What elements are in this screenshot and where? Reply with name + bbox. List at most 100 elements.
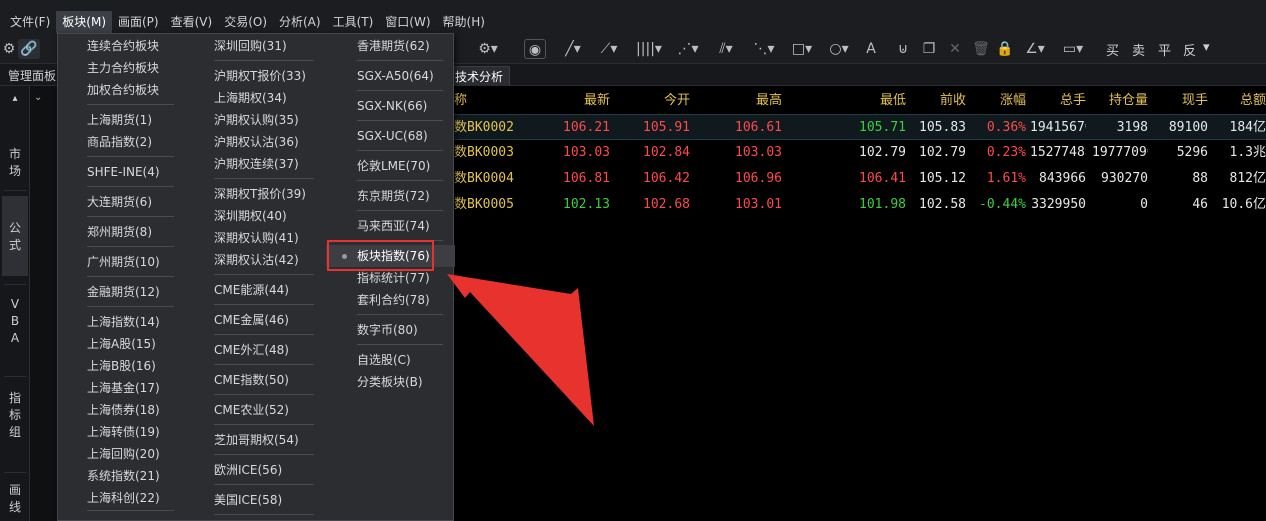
menu-item-col2-4[interactable]: 沪期权认沽(36) bbox=[186, 131, 326, 153]
fibonacci-tool-icon[interactable]: ⋱▾ bbox=[750, 39, 778, 59]
menu-item-col1-10[interactable]: 上海指数(14) bbox=[58, 311, 186, 333]
menu-item-col1-9[interactable]: 金融期货(12) bbox=[58, 281, 186, 303]
menu-item-col2-8[interactable]: 深期权认购(41) bbox=[186, 227, 326, 249]
menu-item-col2-16[interactable]: 欧洲ICE(56) bbox=[186, 459, 326, 481]
menu-item-col3-1[interactable]: SGX-A50(64) bbox=[326, 65, 455, 87]
menu-item-col3-4[interactable]: 伦敦LME(70) bbox=[326, 155, 455, 177]
tab-management-panel[interactable]: 管理面板 bbox=[2, 66, 62, 86]
rectangle-tool-icon[interactable]: □▾ bbox=[788, 39, 816, 59]
menu-item-col2-2[interactable]: 上海期权(34) bbox=[186, 87, 326, 109]
table-row[interactable]: 数BK0002 106.21 105.91 106.61 105.71 105.83 0.3… bbox=[454, 114, 1266, 140]
menu-item-col1-2[interactable]: 加权合约板块 bbox=[58, 79, 186, 101]
header-high[interactable]: 最高 bbox=[720, 88, 782, 114]
menu-item-col1-14[interactable]: 上海债券(18) bbox=[58, 399, 186, 421]
more-chevron-icon[interactable]: ▾ bbox=[1203, 40, 1210, 55]
parallel-lines-icon[interactable]: ||||▾ bbox=[634, 39, 664, 59]
menu-item-col2-14[interactable]: CME农业(52) bbox=[186, 399, 326, 421]
settings-icon[interactable]: ⚙▾ bbox=[476, 39, 500, 59]
menu-sector[interactable]: 板块(M) bbox=[56, 11, 112, 33]
menu-item-col3-12[interactable]: 分类板块(B) bbox=[326, 371, 455, 393]
reverse-position-button[interactable]: 反 bbox=[1183, 40, 1196, 59]
table-row[interactable]: 数BK0003 103.03 102.84 103.03 102.79 102.79 0.2… bbox=[454, 140, 1266, 166]
header-volume[interactable]: 总手 bbox=[1030, 88, 1086, 114]
menu-help[interactable]: 帮助(H) bbox=[437, 11, 491, 33]
menu-item-col3-5[interactable]: 东京期货(72) bbox=[326, 185, 455, 207]
menu-analysis[interactable]: 分析(A) bbox=[273, 11, 327, 33]
header-change-pct[interactable]: 涨幅 bbox=[970, 88, 1026, 114]
menu-item-col3-3[interactable]: SGX-UC(68) bbox=[326, 125, 455, 147]
collapse-chevron-icon[interactable]: ▴ bbox=[2, 92, 28, 106]
menu-file[interactable]: 文件(F) bbox=[4, 11, 56, 33]
header-low[interactable]: 最低 bbox=[844, 88, 906, 114]
menu-item-col2-5[interactable]: 沪期权连续(37) bbox=[186, 153, 326, 175]
expand-chevron-icon[interactable]: ⌄ bbox=[34, 92, 42, 103]
sidebar-item-market[interactable]: 市 场 bbox=[2, 146, 28, 182]
menu-item-col2-0[interactable]: 深圳回购(31) bbox=[186, 35, 326, 57]
menu-item-col3-6[interactable]: 马来西亚(74) bbox=[326, 215, 455, 237]
sidebar-item-indicator-group[interactable]: 指 标 组 bbox=[2, 390, 28, 444]
header-prev-close[interactable]: 前收 bbox=[910, 88, 966, 114]
link-icon[interactable]: 🔗 bbox=[18, 39, 40, 59]
menu-item-col1-6[interactable]: 大连期货(6) bbox=[58, 191, 186, 213]
line-tool-icon[interactable]: ╱▾ bbox=[560, 39, 586, 59]
menu-item-col1-5[interactable]: SHFE-INE(4) bbox=[58, 161, 186, 183]
menu-item-col1-13[interactable]: 上海基金(17) bbox=[58, 377, 186, 399]
menu-item-col2-12[interactable]: CME外汇(48) bbox=[186, 339, 326, 361]
menu-item-col1-12[interactable]: 上海B股(16) bbox=[58, 355, 186, 377]
menu-item-col2-7[interactable]: 深圳期权(40) bbox=[186, 205, 326, 227]
menu-item-col1-4[interactable]: 商品指数(2) bbox=[58, 131, 186, 153]
channel-tool-icon[interactable]: ⫽▾ bbox=[712, 39, 740, 59]
sidebar-item-vba[interactable]: V B A bbox=[2, 296, 28, 350]
header-open-interest[interactable]: 持仓量 bbox=[1092, 88, 1148, 114]
header-current-lots[interactable]: 现手 bbox=[1154, 88, 1208, 114]
menu-item-col1-11[interactable]: 上海A股(15) bbox=[58, 333, 186, 355]
menu-item-col2-6[interactable]: 深期权T报价(39) bbox=[186, 183, 326, 205]
menu-item-col2-13[interactable]: CME指数(50) bbox=[186, 369, 326, 391]
lock-icon[interactable]: 🔒 bbox=[996, 39, 1014, 59]
header-last[interactable]: 最新 bbox=[550, 88, 610, 114]
menu-item-col1-18[interactable]: 上海科创(22) bbox=[58, 487, 186, 509]
menu-item-col3-0[interactable]: 香港期货(62) bbox=[326, 35, 455, 57]
menu-item-col3-2[interactable]: SGX-NK(66) bbox=[326, 95, 455, 117]
menu-item-col2-17[interactable]: 美国ICE(58) bbox=[186, 489, 326, 511]
menu-item-col1-7[interactable]: 郑州期货(8) bbox=[58, 221, 186, 243]
text-tool-icon[interactable]: A bbox=[862, 39, 880, 59]
menu-item-col2-15[interactable]: 芝加哥期权(54) bbox=[186, 429, 326, 451]
menu-item-col1-15[interactable]: 上海转债(19) bbox=[58, 421, 186, 443]
menu-tools[interactable]: 工具(T) bbox=[327, 11, 380, 33]
menu-trade[interactable]: 交易(O) bbox=[218, 11, 273, 33]
header-open[interactable]: 今开 bbox=[630, 88, 690, 114]
menu-item-col2-11[interactable]: CME金属(46) bbox=[186, 309, 326, 331]
pen-color-icon[interactable]: ∠▾ bbox=[1020, 39, 1050, 59]
menu-item-col1-3[interactable]: 上海期货(1) bbox=[58, 109, 186, 131]
buy-button[interactable]: 买 bbox=[1106, 40, 1119, 59]
tab-technical-analysis[interactable]: 技术分析 bbox=[448, 66, 511, 86]
menu-item-col2-1[interactable]: 沪期权T报价(33) bbox=[186, 65, 326, 87]
mouse-icon[interactable]: ◉ bbox=[524, 39, 546, 59]
table-row[interactable]: 数BK0005 102.13 102.68 103.01 101.98 102.58 -0.… bbox=[454, 192, 1266, 218]
fan-tool-icon[interactable]: ⋰▾ bbox=[674, 39, 702, 59]
copy-icon[interactable]: ❐ bbox=[920, 39, 938, 59]
ray-tool-icon[interactable]: ⟋▾ bbox=[596, 39, 622, 59]
trash-icon[interactable]: 🗑 bbox=[972, 39, 990, 59]
close-position-button[interactable]: 平 bbox=[1158, 40, 1171, 59]
menu-item-col1-8[interactable]: 广州期货(10) bbox=[58, 251, 186, 273]
gear-icon[interactable]: ⚙ bbox=[2, 39, 16, 59]
menu-item-col1-1[interactable]: 主力合约板块 bbox=[58, 57, 186, 79]
save-icon[interactable]: ▭▾ bbox=[1058, 39, 1088, 59]
menu-window[interactable]: 窗口(W) bbox=[379, 11, 436, 33]
menu-item-col3-10[interactable]: 数字币(80) bbox=[326, 319, 455, 341]
delete-icon[interactable]: ✕ bbox=[946, 39, 964, 59]
menu-view[interactable]: 查看(V) bbox=[165, 11, 219, 33]
sell-button[interactable]: 卖 bbox=[1132, 40, 1145, 59]
table-row[interactable]: 数BK0004 106.81 106.42 106.96 106.41 105.12 1.6… bbox=[454, 166, 1266, 192]
header-turnover[interactable]: 总额 bbox=[1212, 88, 1266, 114]
menu-item-col3-9[interactable]: 套利合约(78) bbox=[326, 289, 455, 311]
sidebar-item-formula[interactable]: 公 式 bbox=[2, 196, 28, 276]
menu-screen[interactable]: 画面(P) bbox=[112, 11, 165, 33]
menu-item-col2-3[interactable]: 沪期权认购(35) bbox=[186, 109, 326, 131]
sidebar-item-drawing[interactable]: 画 线 bbox=[2, 482, 28, 518]
menu-item-col2-10[interactable]: CME能源(44) bbox=[186, 279, 326, 301]
menu-item-col1-16[interactable]: 上海回购(20) bbox=[58, 443, 186, 465]
menu-item-col2-9[interactable]: 深期权认沽(42) bbox=[186, 249, 326, 271]
